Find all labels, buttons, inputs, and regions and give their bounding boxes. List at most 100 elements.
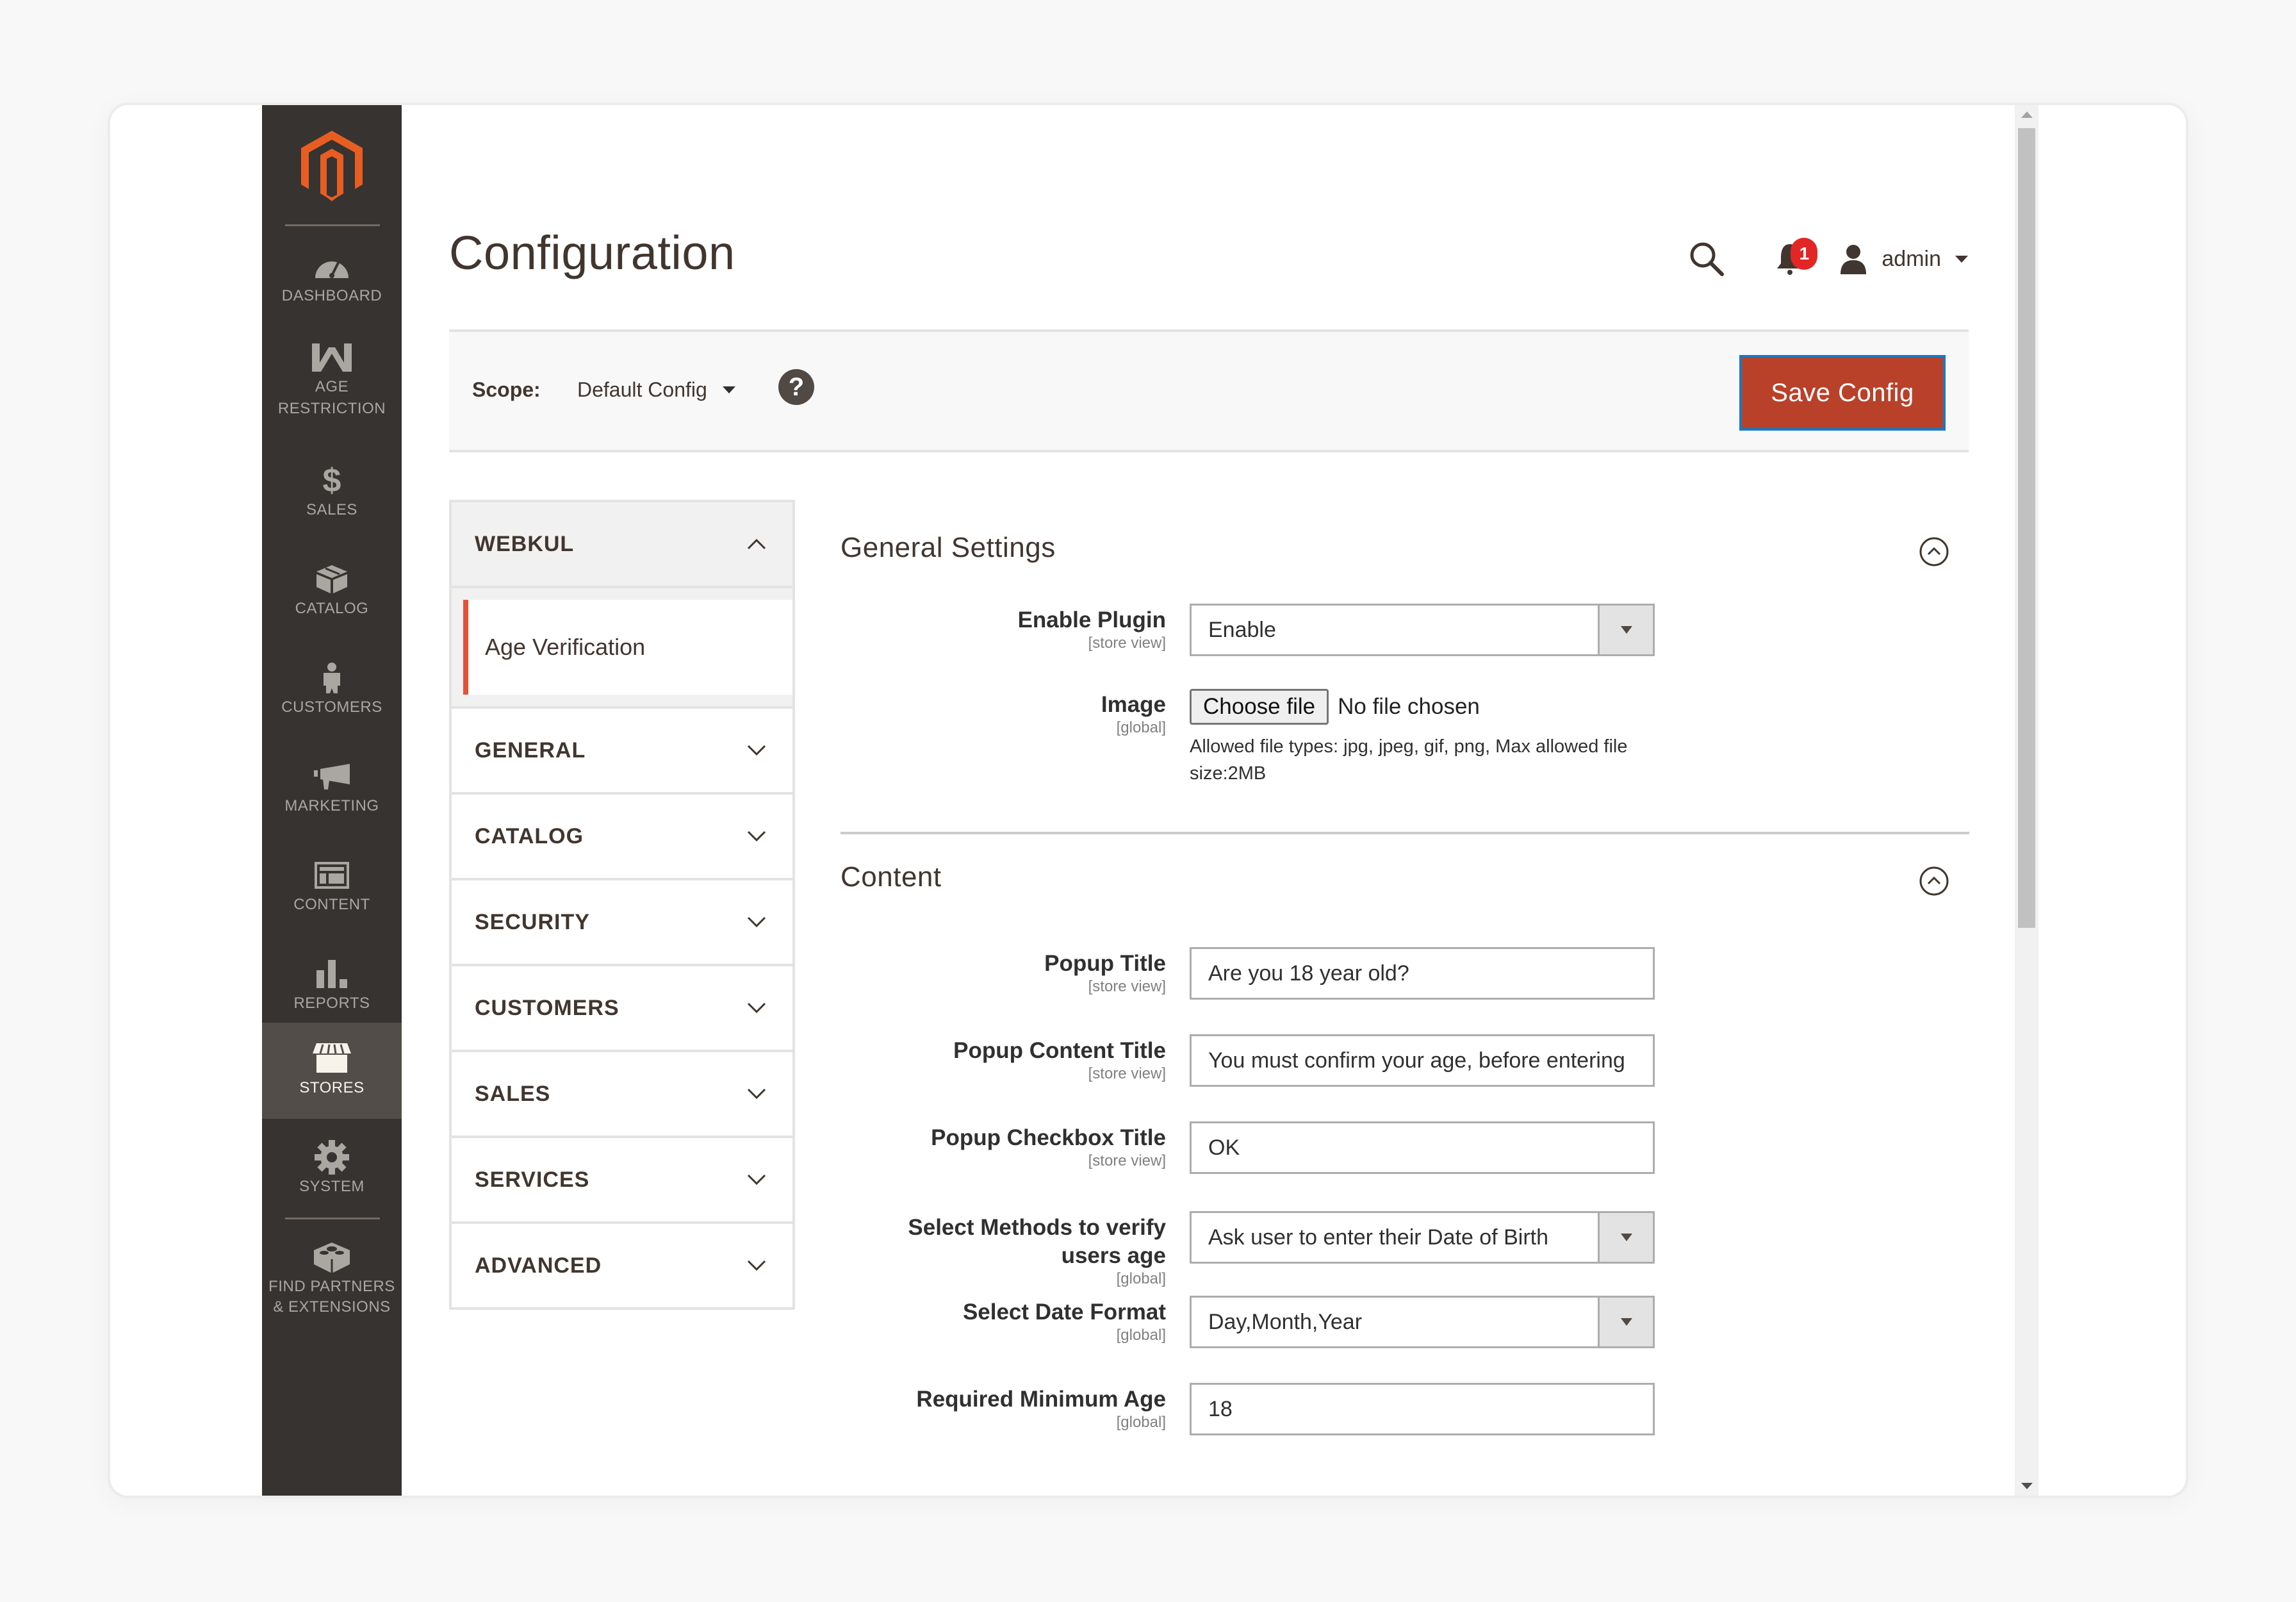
field-scope: [store view]: [1088, 1152, 1166, 1169]
magento-logo[interactable]: [262, 124, 402, 208]
tab-group-catalog[interactable]: CATALOG: [449, 795, 795, 880]
nav-label: Content: [293, 896, 370, 913]
tab-group-webkul[interactable]: WEBKUL: [449, 500, 795, 588]
tab-group-label: CUSTOMERS: [475, 995, 619, 1020]
nav-item-stores[interactable]: Stores: [262, 1023, 402, 1119]
section-general-settings[interactable]: General Settings: [840, 500, 1969, 590]
tab-group-label: GENERAL: [475, 738, 586, 763]
field-label: Popup Title: [1044, 951, 1166, 976]
nav-item-reports[interactable]: Reports: [262, 938, 402, 1034]
user-menu[interactable]: admin: [1838, 244, 1968, 274]
chevron-up-icon: [747, 538, 766, 550]
scroll-down-icon[interactable]: [2021, 1483, 2033, 1489]
chevron-down-icon: [747, 1174, 766, 1185]
tab-group-advanced[interactable]: ADVANCED: [449, 1224, 795, 1310]
field-label-wrap: Enable Plugin [store view]: [840, 604, 1190, 656]
scroll-up-icon[interactable]: [2021, 111, 2033, 118]
collapse-circle-icon[interactable]: [1918, 536, 1950, 568]
config-tabs: WEBKUL Age Verification GENERAL CATALOG SE…: [449, 500, 795, 1310]
admin-nav: Dashboard Age Restriction $ Sales Catalo…: [262, 105, 402, 1496]
section-content[interactable]: Content: [840, 834, 1969, 918]
field-enable-plugin: Enable Plugin [store view] Enable: [840, 604, 1969, 656]
nav-item-find-partners[interactable]: Find Partners & Extensions: [262, 1225, 402, 1334]
nav-label: & Extensions: [273, 1298, 391, 1316]
config-form: General Settings Enable Plugin [store vi…: [840, 500, 1969, 1435]
select-arrow: [1598, 606, 1653, 654]
tab-age-verification[interactable]: Age Verification: [463, 600, 792, 695]
chevron-down-icon: [747, 745, 766, 756]
nav-item-dashboard[interactable]: Dashboard: [262, 231, 402, 327]
nav-item-content[interactable]: Content: [262, 839, 402, 936]
field-label-wrap: Image [global]: [840, 688, 1190, 787]
chevron-down-icon: [747, 1260, 766, 1271]
nav-item-sales[interactable]: $ Sales: [262, 445, 402, 541]
enable-plugin-select[interactable]: Enable: [1190, 604, 1655, 656]
section-title: General Settings: [840, 532, 1056, 563]
tab-group-label: SALES: [475, 1081, 551, 1106]
user-icon: [1841, 245, 1867, 274]
popup-checkbox-title-input[interactable]: OK: [1190, 1121, 1655, 1174]
tab-group-sales[interactable]: SALES: [449, 1052, 795, 1138]
nav-label: Stores: [299, 1079, 365, 1096]
field-label-wrap: Required Minimum Age [global]: [840, 1383, 1190, 1435]
box-icon: [311, 563, 352, 595]
verify-method-select[interactable]: Ask user to enter their Date of Birth: [1190, 1211, 1655, 1264]
chevron-down-icon: [1620, 626, 1632, 634]
nav-item-customers[interactable]: Customers: [262, 642, 402, 738]
field-scope: [store view]: [1088, 978, 1166, 995]
page-scrollbar[interactable]: [2015, 105, 2038, 1496]
tab-group-label: ADVANCED: [475, 1253, 602, 1278]
select-arrow: [1598, 1298, 1653, 1346]
scope-switcher[interactable]: Default Config: [577, 378, 735, 402]
tab-group-general[interactable]: GENERAL: [449, 709, 795, 795]
tab-group-label: WEBKUL: [475, 531, 575, 556]
nav-divider: [285, 1218, 380, 1219]
popup-title-input[interactable]: Are you 18 year old?: [1190, 947, 1655, 1000]
user-name: admin: [1882, 246, 1941, 271]
tab-group-security[interactable]: SECURITY: [449, 880, 795, 966]
nav-item-system[interactable]: System: [262, 1121, 402, 1218]
nav-label: System: [299, 1178, 365, 1195]
bar-chart-icon: [311, 958, 352, 990]
save-config-button[interactable]: Save Config: [1739, 355, 1946, 431]
field-scope: [store view]: [1088, 634, 1166, 652]
chevron-down-icon: [1620, 1234, 1632, 1241]
section-title: Content: [840, 861, 942, 893]
min-age-input[interactable]: 18: [1190, 1383, 1655, 1435]
field-popup-checkbox-title: Popup Checkbox Title [store view] OK: [840, 1121, 1969, 1174]
field-label-wrap: Select Date Format [global]: [840, 1296, 1190, 1348]
field-note: Allowed file types: jpg, jpeg, gif, png,…: [1190, 736, 1628, 784]
chevron-down-icon: [747, 1088, 766, 1100]
global-search-button[interactable]: [1684, 236, 1729, 281]
choose-file-button[interactable]: Choose file: [1190, 689, 1329, 725]
popup-content-title-input[interactable]: You must confirm your age, before enteri…: [1190, 1034, 1655, 1087]
help-icon[interactable]: ?: [778, 369, 814, 405]
nav-item-marketing[interactable]: Marketing: [262, 741, 402, 837]
header-actions: 1 admin: [1684, 233, 1968, 285]
dollar-icon: $: [322, 462, 341, 499]
gear-icon: [311, 1140, 352, 1175]
nav-label: Sales: [306, 501, 357, 518]
tab-group-customers[interactable]: CUSTOMERS: [449, 966, 795, 1052]
chevron-down-icon: [1955, 255, 1968, 263]
tab-group-services[interactable]: SERVICES: [449, 1138, 795, 1224]
person-icon: [311, 662, 352, 694]
scope-bar: Scope: Default Config ? Save Config: [449, 329, 1969, 452]
tab-group-label: CATALOG: [475, 823, 584, 848]
field-date-format: Select Date Format [global] Day,Month,Ye…: [840, 1296, 1969, 1348]
chevron-down-icon: [722, 386, 735, 393]
nav-item-age-restriction[interactable]: Age Restriction: [262, 323, 402, 438]
scope-value: Default Config: [577, 378, 707, 401]
nav-label: Catalog: [295, 600, 369, 617]
collapse-circle-icon[interactable]: [1918, 865, 1950, 897]
notifications-button[interactable]: 1: [1767, 236, 1818, 281]
nav-label: Dashboard: [281, 287, 382, 304]
date-format-select[interactable]: Day,Month,Year: [1190, 1296, 1655, 1348]
nav-label: Age Restriction: [277, 378, 386, 417]
scrollbar-thumb[interactable]: [2018, 128, 2035, 928]
field-scope: [global]: [1116, 1414, 1166, 1431]
field-scope: [global]: [1116, 1270, 1166, 1287]
tab-group-label: SERVICES: [475, 1167, 590, 1192]
nav-item-catalog[interactable]: Catalog: [262, 543, 402, 640]
tab-label: Age Verification: [485, 634, 646, 660]
